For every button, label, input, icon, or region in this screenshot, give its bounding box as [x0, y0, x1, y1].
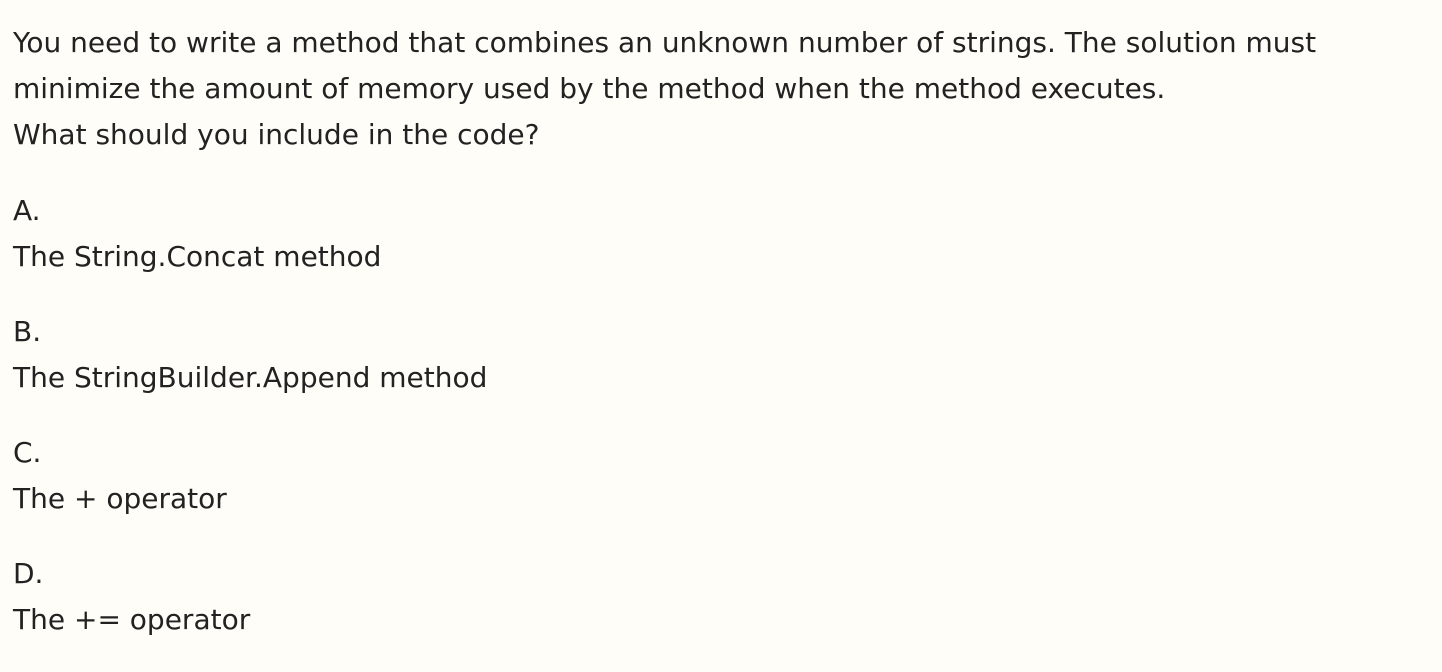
- option-text: The StringBuilder.Append method: [13, 361, 488, 394]
- question-line-2: minimize the amount of memory used by th…: [13, 72, 1166, 105]
- option-d: D. The += operator: [13, 551, 1429, 643]
- question-page: You need to write a method that combines…: [13, 20, 1429, 672]
- answer-options: A. The String.Concat method B. The Strin…: [13, 188, 1429, 643]
- option-text: The String.Concat method: [13, 240, 382, 273]
- option-letter: B.: [13, 315, 42, 348]
- option-letter: A.: [13, 194, 41, 227]
- option-letter: C.: [13, 436, 42, 469]
- option-a: A. The String.Concat method: [13, 188, 1429, 280]
- option-letter: D.: [13, 557, 44, 590]
- option-text: The += operator: [13, 603, 251, 636]
- question-text: You need to write a method that combines…: [13, 20, 1429, 158]
- option-b: B. The StringBuilder.Append method: [13, 309, 1429, 401]
- question-line-3: What should you include in the code?: [13, 118, 540, 151]
- option-c: C. The + operator: [13, 430, 1429, 522]
- option-text: The + operator: [13, 482, 227, 515]
- question-line-1: You need to write a method that combines…: [13, 26, 1317, 59]
